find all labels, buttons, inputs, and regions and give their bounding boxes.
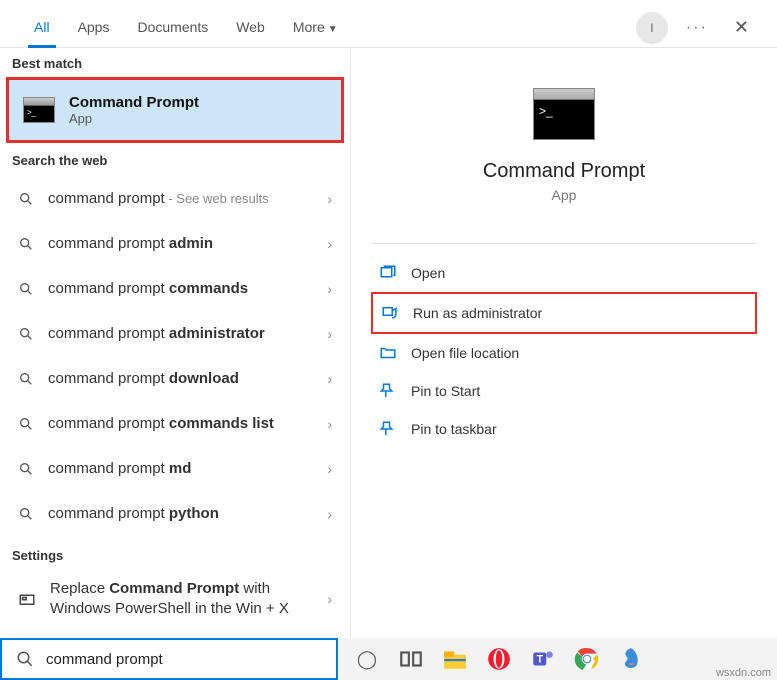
search-icon xyxy=(18,461,34,477)
chrome-icon[interactable] xyxy=(574,646,600,672)
web-result[interactable]: command prompt admin › xyxy=(0,221,350,266)
chevron-right-icon: › xyxy=(327,461,332,477)
web-result[interactable]: command prompt download › xyxy=(0,356,350,401)
chevron-right-icon: › xyxy=(327,416,332,432)
paint-icon[interactable] xyxy=(618,646,644,672)
pin-start-icon xyxy=(379,382,397,400)
preview-command-prompt-icon xyxy=(533,88,595,140)
settings-item-icon xyxy=(18,590,36,608)
search-icon xyxy=(18,326,34,342)
action-open[interactable]: Open xyxy=(371,254,757,292)
close-icon[interactable]: ✕ xyxy=(726,13,757,42)
action-pin-to-start[interactable]: Pin to Start xyxy=(371,372,757,410)
chevron-right-icon: › xyxy=(327,371,332,387)
chevron-right-icon: › xyxy=(327,591,332,607)
teams-icon[interactable]: T xyxy=(530,646,556,672)
web-result-text: command prompt - See web results xyxy=(48,190,313,207)
settings-item[interactable]: Replace Command Prompt with Windows Powe… xyxy=(0,567,350,630)
task-view-icon[interactable] xyxy=(398,646,424,672)
search-input[interactable] xyxy=(46,651,322,668)
search-icon xyxy=(18,416,34,432)
section-search-web: Search the web xyxy=(0,145,350,172)
web-result[interactable]: command prompt administrator › xyxy=(0,311,350,356)
svg-text:T: T xyxy=(536,653,543,665)
search-icon xyxy=(18,236,34,252)
best-match-title: Command Prompt xyxy=(69,94,199,111)
chevron-right-icon: › xyxy=(327,506,332,522)
tab-documents[interactable]: Documents xyxy=(123,9,222,47)
web-result-text: command prompt commands list xyxy=(48,415,313,432)
action-open-file-location[interactable]: Open file location xyxy=(371,334,757,372)
action-run-as-administrator[interactable]: Run as administrator xyxy=(371,292,757,334)
section-settings: Settings xyxy=(0,540,350,567)
chevron-down-icon: ▼ xyxy=(328,24,338,35)
tab-all[interactable]: All xyxy=(20,9,64,47)
folder-location-icon xyxy=(379,344,397,362)
search-tabs: All Apps Documents Web More▼ I ··· ✕ xyxy=(0,0,777,48)
results-panel: Best match Command Prompt App Search the… xyxy=(0,48,350,638)
chevron-right-icon: › xyxy=(327,326,332,342)
settings-item-text: Replace Command Prompt with Windows Powe… xyxy=(50,579,313,618)
file-explorer-icon[interactable] xyxy=(442,646,468,672)
section-best-match: Best match xyxy=(0,48,350,75)
settings-item[interactable]: Manage app execution aliases› xyxy=(0,630,350,638)
web-result-text: command prompt md xyxy=(48,460,313,477)
search-icon xyxy=(18,371,34,387)
opera-icon[interactable] xyxy=(486,646,512,672)
search-input-bar[interactable] xyxy=(0,638,338,680)
preview-type: App xyxy=(371,187,757,203)
preview-panel: Command Prompt App Open Run as administr… xyxy=(350,48,777,638)
tab-web[interactable]: Web xyxy=(222,9,279,47)
search-icon xyxy=(16,650,34,668)
web-result-text: command prompt commands xyxy=(48,280,313,297)
web-result[interactable]: command prompt commands list › xyxy=(0,401,350,446)
search-icon xyxy=(18,281,34,297)
best-match-highlight: Command Prompt App xyxy=(6,77,344,143)
web-result[interactable]: command prompt python › xyxy=(0,491,350,536)
web-result[interactable]: command prompt commands › xyxy=(0,266,350,311)
cortana-icon[interactable]: ◯ xyxy=(354,646,380,672)
chevron-right-icon: › xyxy=(327,281,332,297)
taskbar: ◯ T xyxy=(340,638,777,680)
web-result-text: command prompt admin xyxy=(48,235,313,252)
pin-taskbar-icon xyxy=(379,420,397,438)
best-match-result[interactable]: Command Prompt App xyxy=(9,80,341,140)
preview-title: Command Prompt xyxy=(371,160,757,183)
shield-admin-icon xyxy=(381,304,399,322)
web-result-text: command prompt administrator xyxy=(48,325,313,342)
web-result[interactable]: command prompt md › xyxy=(0,446,350,491)
more-options-icon[interactable]: ··· xyxy=(678,15,716,41)
open-icon xyxy=(379,264,397,282)
search-icon xyxy=(18,191,34,207)
chevron-right-icon: › xyxy=(327,191,332,207)
user-avatar[interactable]: I xyxy=(636,12,668,44)
tab-apps[interactable]: Apps xyxy=(64,9,124,47)
best-match-subtitle: App xyxy=(69,111,199,126)
web-result[interactable]: command prompt - See web results › xyxy=(0,176,350,221)
chevron-right-icon: › xyxy=(327,236,332,252)
command-prompt-icon xyxy=(23,97,55,123)
watermark: wsxdn.com xyxy=(716,667,771,679)
action-pin-to-taskbar[interactable]: Pin to taskbar xyxy=(371,410,757,448)
web-results-list: command prompt - See web results›command… xyxy=(0,172,350,540)
tab-more[interactable]: More▼ xyxy=(279,9,352,47)
web-result-text: command prompt download xyxy=(48,370,313,387)
search-icon xyxy=(18,506,34,522)
web-result-text: command prompt python xyxy=(48,505,313,522)
